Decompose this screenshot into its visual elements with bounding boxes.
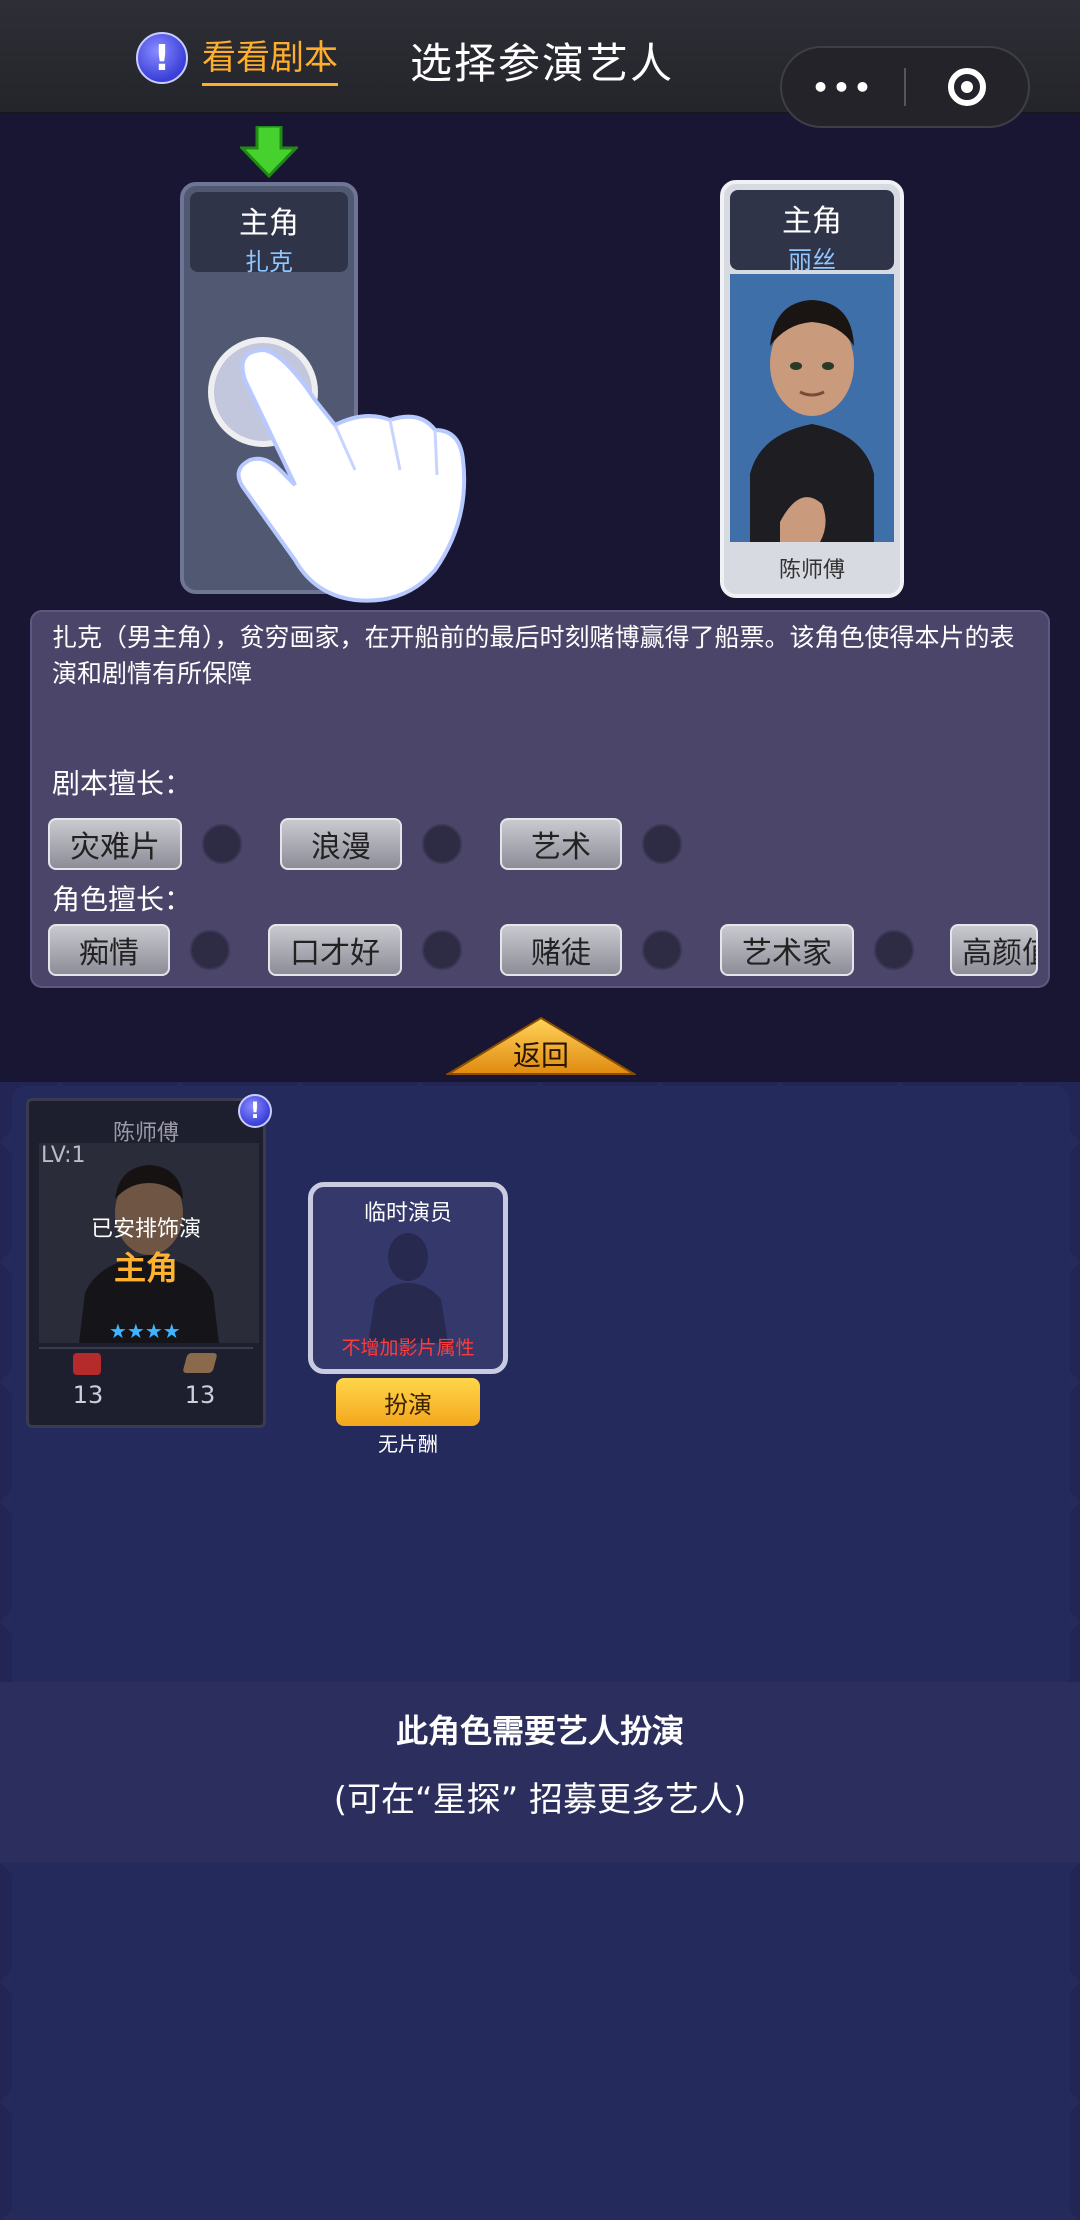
skill-slot [422,824,462,864]
role-skill-tag[interactable]: 艺术家 [720,924,854,976]
card-divider [39,1347,253,1349]
character-name: 扎克 [245,248,293,276]
film-reel-icon [73,1353,101,1375]
stat-acting: 13 [72,1381,104,1409]
no-pay-label: 无片酬 [378,1432,438,1456]
skill-slot [642,824,682,864]
script-skills-label: 剧本擅长： [52,767,193,800]
skill-slot [190,930,230,970]
actor-portrait [730,274,894,542]
more-dots-icon[interactable]: ••• [782,71,904,104]
tutorial-hand-icon [208,337,467,603]
close-target-icon[interactable] [906,68,1028,106]
play-role-button[interactable]: 扮演 [336,1378,480,1426]
back-button[interactable]: 返回 [446,1034,636,1074]
role-type-label: 主角 [782,204,842,239]
down-arrow-icon [240,126,298,178]
view-script-label: 看看剧本 [202,30,338,86]
script-skill-tag[interactable]: 浪漫 [280,818,402,870]
notice-hint: (可在“星探” 招募更多艺人) [333,1780,747,1820]
temp-actor-note: 不增加影片属性 [341,1337,475,1359]
notice-title: 此角色需要艺人扮演 [395,1712,684,1750]
role-card-header: 主角 丽丝 [730,190,894,274]
role-skill-tag[interactable]: 口才好 [268,924,402,976]
role-card-header: 主角 扎克 [190,192,348,276]
temp-actor-card[interactable]: 临时演员 不增加影片属性 [308,1182,508,1374]
view-script-link[interactable]: ! 看看剧本 [136,30,338,86]
alert-icon: ! [136,32,188,84]
silhouette-icon [368,1233,448,1343]
role-skill-tag[interactable]: 痴情 [48,924,170,976]
assignment-status: 已安排饰演 [90,1217,201,1242]
skill-slot [422,930,462,970]
star-rating: ★★★★ [109,1319,181,1343]
script-skill-tag[interactable]: 艺术 [500,818,622,870]
role-card-rose[interactable]: 主角 丽丝 陈师傅 [720,180,904,598]
assigned-actor-name: 陈师傅 [778,558,845,583]
skill-slot [874,930,914,970]
role-skill-tag[interactable]: 赌徒 [500,924,622,976]
page-title: 选择参演艺人 [410,39,675,88]
actor-alert-icon: ! [238,1094,272,1128]
actor-level: LV:1 [41,1143,86,1168]
actor-card[interactable]: 陈师傅 LV:1 已安排饰演 主角 ★★★★ 13 13 [26,1098,266,1428]
stat-script: 13 [184,1381,216,1409]
role-skills-label: 角色擅长： [52,883,193,916]
character-name: 丽丝 [788,246,836,274]
role-description-text: 扎克（男主角），贫穷画家，在开船前的最后时刻赌博赢得了船票。该角色使得本片的表演… [52,623,1015,688]
book-icon [182,1353,218,1373]
assigned-role: 主角 [113,1249,178,1287]
role-description-panel: 扎克（男主角），贫穷画家，在开船前的最后时刻赌博赢得了船票。该角色使得本片的表演… [30,610,1050,988]
skill-slot [642,930,682,970]
script-skill-tag[interactable]: 灾难片 [48,818,182,870]
role-skill-tag[interactable]: 高颜值 [950,924,1038,976]
skill-slot [202,824,242,864]
role-type-label: 主角 [239,206,299,241]
mini-program-capsule: ••• [780,46,1030,128]
